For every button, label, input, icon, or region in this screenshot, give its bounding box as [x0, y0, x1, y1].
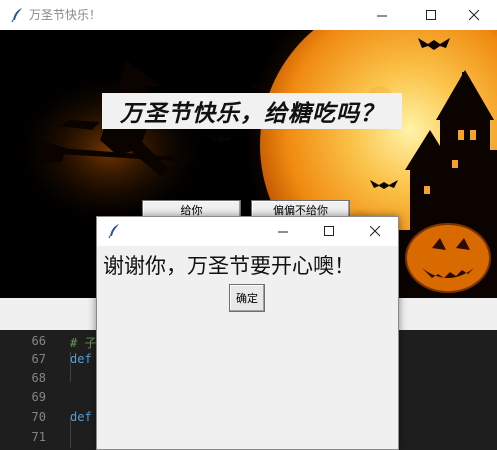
line-number: 70 [31, 410, 46, 424]
line-number: 68 [31, 371, 46, 385]
line-number: 66 [31, 334, 46, 348]
dialog-titlebar[interactable] [97, 217, 398, 246]
main-titlebar[interactable]: 万圣节快乐！ [0, 0, 497, 30]
minimize-icon [277, 231, 288, 233]
dialog-close-button[interactable] [352, 217, 398, 246]
code-keyword: def [70, 352, 92, 366]
maximize-button[interactable] [408, 0, 454, 30]
line-number: 71 [31, 430, 46, 444]
line-number: 67 [31, 352, 46, 366]
code-comment: # 子 [70, 336, 97, 350]
close-button[interactable] [451, 0, 497, 30]
close-icon [468, 9, 479, 20]
window-title: 万圣节快乐！ [29, 8, 102, 22]
ok-button[interactable]: 确定 [229, 284, 265, 312]
code-keyword: def [70, 410, 92, 424]
maximize-icon [425, 9, 436, 20]
minimize-button[interactable] [359, 0, 405, 30]
dialog-message: 谢谢你，万圣节要开心噢！ [103, 254, 355, 278]
dialog-minimize-button[interactable] [260, 217, 306, 246]
close-icon [369, 226, 380, 237]
feather-icon [108, 224, 119, 239]
maximize-icon [323, 226, 334, 236]
feather-icon [11, 8, 22, 23]
question-label: 万圣节快乐，给糖吃吗？ [102, 93, 402, 129]
minimize-icon [376, 15, 387, 16]
jack-o-lantern [405, 223, 491, 293]
line-number: 69 [31, 390, 46, 404]
thank-you-dialog: 谢谢你，万圣节要开心噢！ 确定 [96, 216, 399, 450]
dialog-maximize-button[interactable] [306, 217, 352, 246]
